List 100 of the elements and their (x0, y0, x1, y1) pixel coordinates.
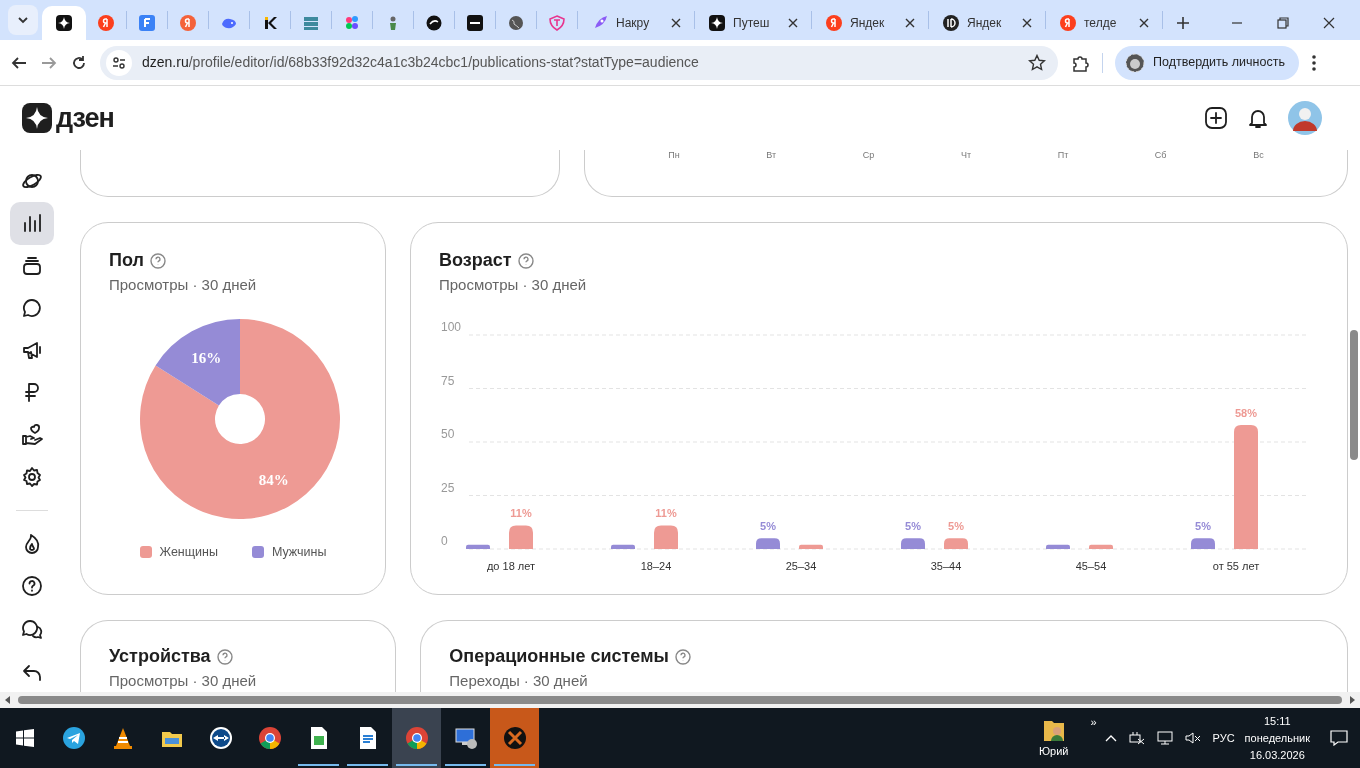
card-title: Возраст (439, 249, 512, 272)
star-icon[interactable] (1028, 53, 1046, 72)
dots-icon (344, 15, 360, 31)
language-indicator[interactable]: РУС (1212, 729, 1235, 747)
clock[interactable]: 15:11 понедельник 16.03.2026 (1244, 712, 1310, 764)
settings-icon (21, 465, 43, 488)
avatar[interactable] (1288, 101, 1322, 135)
legend-swatch (139, 545, 152, 558)
legend-swatch (251, 545, 264, 558)
axis-label: Вс (1253, 150, 1264, 160)
notification-icon[interactable] (1330, 730, 1348, 746)
card-title: Пол (109, 249, 144, 272)
axis-label: от 55 лет (1212, 559, 1260, 572)
chevron-up-icon[interactable] (1104, 734, 1117, 742)
bar (611, 544, 635, 549)
axis-label: Вт (766, 150, 777, 160)
axis-label: 100 (441, 319, 462, 334)
more-icon[interactable] (1310, 53, 1317, 72)
tab-list-button[interactable] (8, 5, 38, 35)
browser-tab[interactable] (42, 6, 86, 40)
ball-icon (426, 15, 442, 31)
bar (799, 544, 823, 549)
data-label: 5% (948, 519, 964, 532)
data-label: 58% (1235, 406, 1257, 419)
data-label: 16% (191, 349, 222, 366)
overflow-button[interactable]: » (1090, 714, 1097, 731)
rocket-icon (592, 15, 608, 31)
url-text: dzen.ru/profile/editor/id/68b33f92d32c4a1c3b24cbc1/publications-stat?statType=audience (142, 53, 700, 72)
cross-icon (502, 726, 527, 750)
axis-label: до 18 лет (486, 559, 536, 572)
paper-plane-icon (61, 726, 86, 750)
card-subtitle: Просмотры · 30 дней (109, 671, 258, 691)
circle-icon (943, 15, 959, 31)
arrows-icon (208, 726, 233, 750)
card-subtitle: Переходы · 30 дней (449, 671, 589, 691)
mute-icon[interactable] (1184, 731, 1201, 745)
browser-tab[interactable]: Путеш (695, 6, 811, 40)
bar (654, 524, 678, 549)
chat-icon (21, 617, 43, 640)
help-icon[interactable] (517, 252, 534, 269)
browser-tab[interactable]: Яндек (929, 6, 1045, 40)
axis-label: 0 (441, 533, 448, 548)
help-icon[interactable] (149, 252, 166, 269)
axis-label: Пт (1057, 150, 1069, 160)
help-icon[interactable] (674, 648, 691, 665)
profile-button[interactable]: Подтвердить личность (1115, 45, 1299, 80)
scrollbar-thumb[interactable] (1350, 330, 1358, 460)
card-subtitle: Просмотры · 30 дней (109, 275, 258, 295)
chevron-down-icon (17, 14, 29, 26)
browser-tab[interactable]: Яндек (812, 6, 928, 40)
bar (1191, 537, 1215, 549)
axis-label: Чт (960, 150, 972, 160)
plus-icon (1176, 16, 1190, 30)
scrollbar-thumb[interactable] (18, 696, 1342, 704)
stack-icon (21, 254, 43, 277)
axis-label: Пн (668, 150, 680, 160)
data-label: 84% (258, 471, 289, 488)
bar (466, 544, 490, 549)
browser-tab[interactable]: телде (1046, 6, 1162, 40)
data-label: 5% (1195, 519, 1211, 532)
axis-label: 25–34 (785, 559, 817, 572)
star-icon (56, 15, 72, 31)
heart-hand-icon (21, 423, 43, 446)
bar (509, 524, 533, 549)
chat-icon (21, 296, 43, 319)
bar-chart-icon (21, 212, 43, 235)
card-title: Устройства (109, 645, 211, 668)
add-icon[interactable] (1204, 106, 1228, 130)
taskbar-app[interactable] (490, 708, 539, 768)
reload-icon[interactable] (70, 53, 88, 72)
user-name: Юрий (1038, 743, 1069, 759)
circle-icon (826, 15, 842, 31)
sidebar-item[interactable] (10, 202, 54, 245)
help-icon (21, 575, 43, 598)
data-label: 5% (905, 519, 921, 532)
data-label: 11% (655, 506, 677, 519)
legend-label: Женщины (159, 543, 218, 561)
server-icon (303, 15, 319, 31)
battery-icon[interactable] (1128, 731, 1145, 745)
logo-text[interactable]: дзен (56, 97, 114, 139)
wedge-icon (262, 15, 278, 31)
circle-icon (180, 15, 196, 31)
axis-label: 50 (441, 426, 455, 441)
scroll-left-icon[interactable] (4, 696, 12, 704)
megaphone-icon (21, 339, 43, 362)
scrollbar[interactable] (0, 692, 1360, 708)
address-bar[interactable]: dzen.ru/profile/editor/id/68b33f92d32c4a1c3b24cbc1/publications-stat?statType=audience (100, 45, 1058, 80)
legend-label: Мужчины (271, 543, 327, 561)
bar (944, 537, 968, 549)
data-label: 5% (760, 519, 776, 532)
help-icon[interactable] (216, 648, 233, 665)
restore-icon (1276, 16, 1290, 30)
bar (1046, 544, 1070, 549)
circle-icon (1060, 15, 1076, 31)
site-settings-icon[interactable] (112, 55, 126, 70)
close-icon (1322, 16, 1336, 30)
scroll-right-icon[interactable] (1348, 696, 1356, 704)
card-subtitle: Просмотры · 30 дней (439, 275, 588, 295)
logo-icon[interactable] (22, 103, 52, 133)
browser-tab[interactable]: Накру (578, 6, 694, 40)
